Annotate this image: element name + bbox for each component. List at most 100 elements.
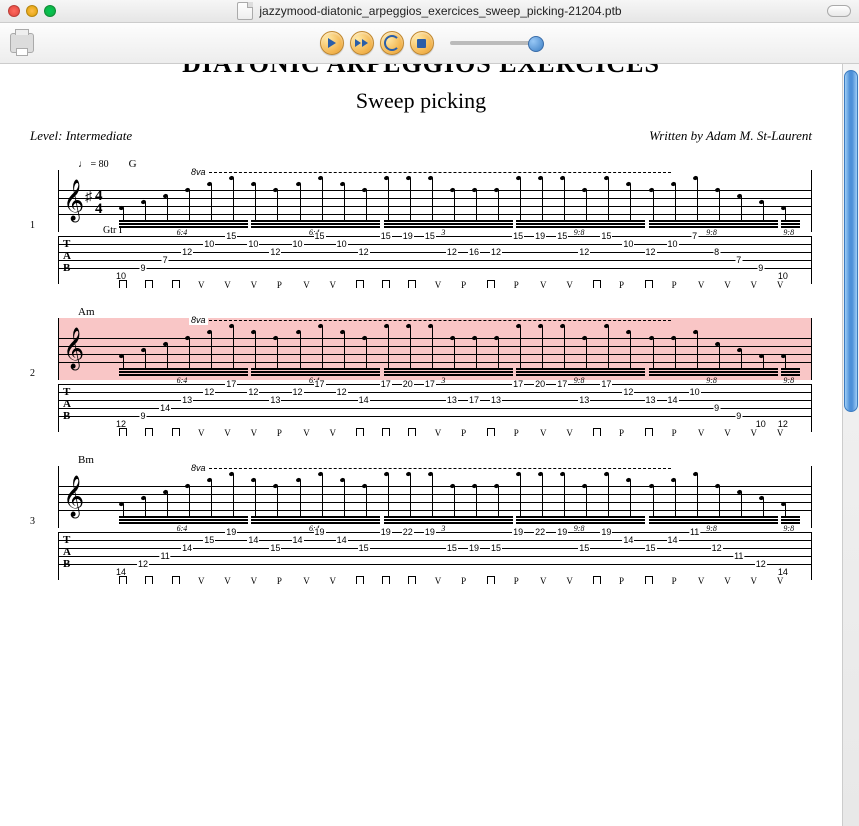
close-button[interactable]: [8, 5, 20, 17]
system-header: ♩ = 80G: [30, 158, 812, 170]
picking-symbol: V: [724, 576, 731, 586]
scroll-thumb[interactable]: [844, 70, 858, 412]
fret-number: 9: [140, 264, 147, 273]
notation-system[interactable]: Am2 𝄞 8va 6:46:439:89:89:8 TAB 129141312…: [30, 306, 812, 432]
notation-system[interactable]: Bm3 𝄞 8va 6:46:439:89:89:8 TAB 141211141…: [30, 454, 812, 580]
picking-symbol: P: [277, 428, 282, 438]
picking-symbol: P: [461, 280, 466, 290]
notation-system[interactable]: ♩ = 80G 1 𝄞 ♯ 44 Gtr I 8va 6:46:439:89:89…: [30, 158, 812, 284]
downstroke-icon: [408, 280, 416, 288]
fret-number: 10: [247, 240, 259, 249]
downstroke-icon: [172, 576, 180, 584]
picking-symbol: V: [751, 576, 758, 586]
standard-notation-staff: 𝄞 ♯ 44 Gtr I 8va 6:46:439:89:89:8: [58, 170, 812, 232]
print-button[interactable]: [10, 33, 34, 53]
picking-row: VVVPVVVPPVVPPVVVV: [119, 428, 803, 438]
fret-number: 22: [534, 528, 546, 537]
fret-number: 15: [600, 232, 612, 241]
fret-number: 20: [534, 380, 546, 389]
picking-symbol: V: [724, 280, 731, 290]
downstroke-icon: [593, 280, 601, 288]
window-title: jazzymood-diatonic_arpeggios_exercices_s…: [0, 2, 859, 20]
downstroke-icon: [382, 576, 390, 584]
fret-number: 12: [446, 248, 458, 257]
downstroke-icon: [119, 428, 127, 436]
picking-symbol: V: [540, 428, 547, 438]
picking-symbol: V: [566, 280, 573, 290]
downstroke-icon: [408, 428, 416, 436]
picking-symbol: P: [461, 428, 466, 438]
toolbar: [0, 23, 859, 64]
toolbar-toggle-button[interactable]: [827, 5, 851, 17]
fret-number: 19: [600, 528, 612, 537]
play-from-button[interactable]: [350, 31, 374, 55]
filename-label: jazzymood-diatonic_arpeggios_exercices_s…: [259, 4, 621, 18]
picking-symbol: V: [303, 576, 310, 586]
sheet-page[interactable]: DIATONIC ARPEGGIOS EXERCICES Sweep picki…: [0, 64, 842, 826]
standard-notation-staff: 𝄞 8va 6:46:439:89:89:8: [58, 466, 812, 528]
fret-number: 15: [380, 232, 392, 241]
fret-number: 12: [578, 248, 590, 257]
picking-symbol: V: [198, 428, 205, 438]
fret-number: 14: [159, 404, 171, 413]
picking-row: VVVPVVVPPVVPPVVVV: [119, 280, 803, 290]
fret-number: 11: [689, 528, 700, 537]
volume-knob[interactable]: [528, 36, 544, 52]
tablature-staff: TAB 141211141519141514191415192219151915…: [58, 532, 812, 580]
downstroke-icon: [382, 428, 390, 436]
system-number: 1: [30, 220, 35, 231]
fret-number: 17: [225, 380, 237, 389]
fret-number: 14: [336, 536, 348, 545]
fret-number: 8: [713, 248, 720, 257]
downstroke-icon: [645, 428, 653, 436]
meta-row: Level: Intermediate Written by Adam M. S…: [30, 128, 812, 144]
fret-number: 14: [622, 536, 634, 545]
picking-row: VVVPVVVPPVVPPVVVV: [119, 576, 803, 586]
picking-symbol: V: [698, 428, 705, 438]
chord-label: Am: [78, 306, 95, 318]
picking-symbol: P: [619, 576, 624, 586]
level-label: Level: Intermediate: [30, 128, 132, 144]
fret-number: 9: [735, 412, 742, 421]
picking-symbol: P: [619, 428, 624, 438]
fret-number: 19: [225, 528, 237, 537]
picking-symbol: V: [251, 576, 258, 586]
notes-layer: 6:46:439:89:89:8: [119, 318, 803, 380]
picking-symbol: V: [251, 280, 258, 290]
loop-button[interactable]: [380, 31, 404, 55]
stop-button[interactable]: [410, 31, 434, 55]
downstroke-icon: [119, 280, 127, 288]
fret-number: 9: [757, 264, 764, 273]
downstroke-icon: [382, 280, 390, 288]
fret-number: 9: [713, 404, 720, 413]
fret-number: 12: [755, 560, 767, 569]
titlebar[interactable]: jazzymood-diatonic_arpeggios_exercices_s…: [0, 0, 859, 23]
minimize-button[interactable]: [26, 5, 38, 17]
fret-number: 15: [269, 544, 281, 553]
volume-slider[interactable]: [450, 41, 540, 45]
downstroke-icon: [645, 576, 653, 584]
tab-label: TAB: [63, 534, 71, 570]
fret-number: 19: [314, 528, 326, 537]
fret-number: 17: [424, 380, 436, 389]
picking-symbol: V: [330, 280, 337, 290]
fret-number: 10: [689, 388, 701, 397]
picking-symbol: P: [514, 428, 519, 438]
system-header: Bm: [30, 454, 812, 466]
picking-symbol: P: [514, 576, 519, 586]
picking-symbol: V: [224, 280, 231, 290]
chord-label: Bm: [78, 454, 94, 466]
vertical-scrollbar[interactable]: [842, 64, 859, 826]
picking-symbol: P: [619, 280, 624, 290]
tablature-staff: TAB 109712101510121015101215191512161215…: [58, 236, 812, 284]
play-button[interactable]: [320, 31, 344, 55]
picking-symbol: V: [566, 428, 573, 438]
picking-symbol: V: [724, 428, 731, 438]
picking-symbol: V: [303, 428, 310, 438]
content-area: DIATONIC ARPEGGIOS EXERCICES Sweep picki…: [0, 64, 859, 826]
traffic-lights: [8, 5, 56, 17]
key-signature: ♯: [85, 188, 92, 204]
treble-clef-icon: 𝄞: [63, 478, 84, 514]
zoom-button[interactable]: [44, 5, 56, 17]
fret-number: 12: [247, 388, 259, 397]
